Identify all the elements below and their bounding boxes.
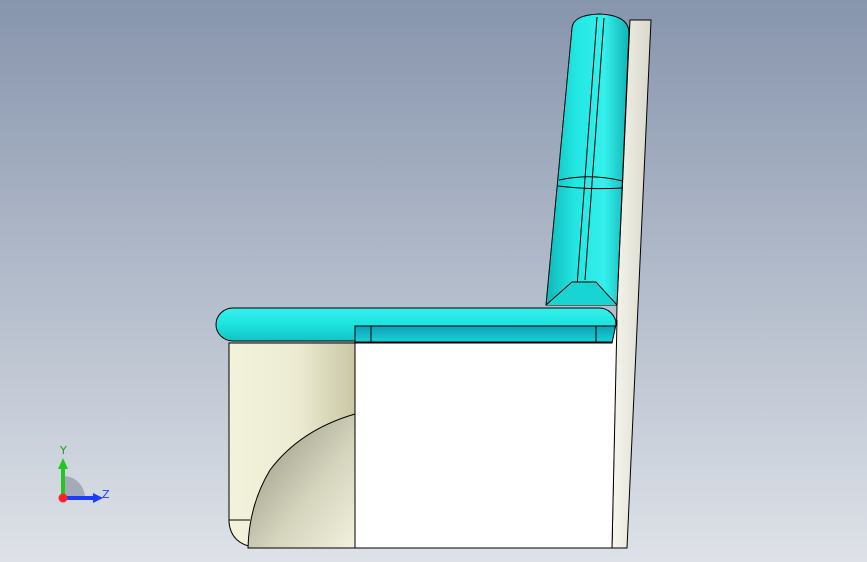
triad-x-axis-dot — [58, 493, 68, 503]
orientation-triad: Y Z — [46, 438, 116, 514]
graphics-viewport[interactable]: Y Z — [0, 0, 867, 562]
seat-trim-strip — [354, 325, 616, 343]
chair-model-view[interactable] — [0, 0, 867, 562]
chair-body-side — [354, 319, 618, 549]
triad-y-label: Y — [60, 444, 67, 457]
triad-z-label: Z — [102, 488, 110, 501]
triad-graphic — [58, 458, 103, 503]
triad-quadrant-shade — [63, 476, 85, 498]
triad-y-arrowhead — [58, 458, 68, 469]
